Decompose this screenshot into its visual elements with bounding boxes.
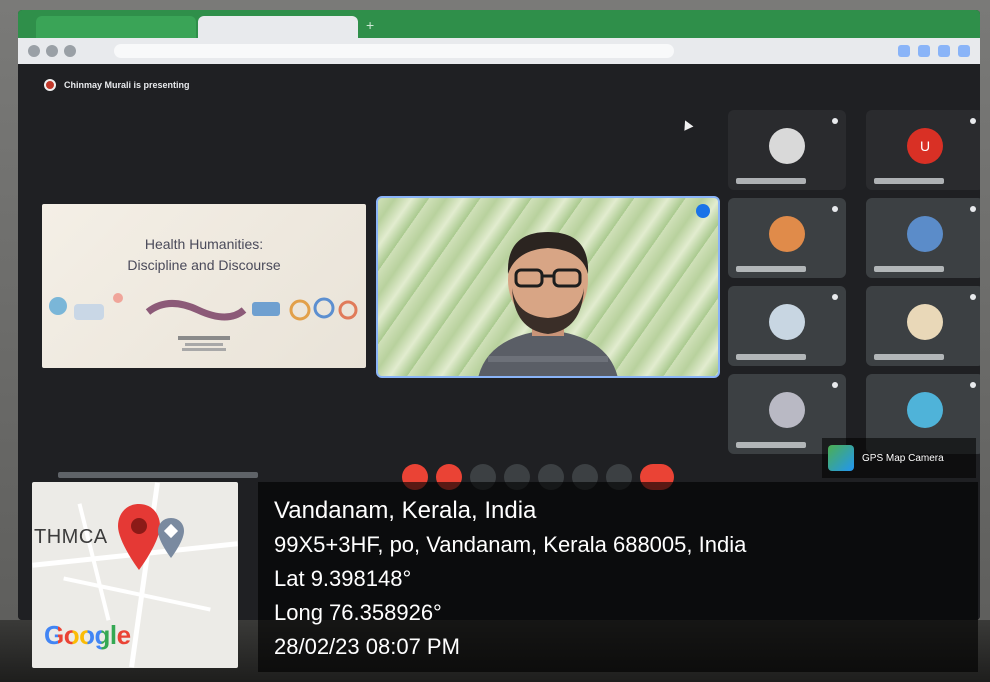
address-bar — [18, 38, 980, 64]
gps-info-panel: Vandanam, Kerala, India 99X5+3HF, po, Va… — [258, 482, 978, 672]
participant-name — [736, 178, 806, 184]
profile-icon[interactable] — [938, 45, 950, 57]
participant-tile[interactable]: U — [866, 110, 980, 190]
meeting-details — [58, 472, 258, 478]
avatar — [907, 392, 943, 428]
mouse-cursor-icon — [680, 118, 694, 131]
slide-title: Health Humanities: Discipline and Discou… — [42, 234, 366, 276]
presenting-icon — [44, 79, 56, 91]
google-logo-text: Google — [44, 620, 131, 650]
gps-app-badge: GPS Map Camera — [822, 438, 976, 478]
gps-latitude: Lat 9.398148° — [274, 566, 412, 591]
browser-tab[interactable] — [36, 16, 196, 38]
presentation-slide: Health Humanities: Discipline and Discou… — [42, 204, 366, 368]
gps-place: Vandanam, Kerala, India — [274, 497, 537, 524]
gps-app-logo-icon — [828, 445, 854, 471]
participant-name — [736, 354, 806, 360]
participant-tile[interactable] — [866, 198, 980, 278]
mic-icon — [832, 206, 838, 212]
avatar — [907, 304, 943, 340]
reload-icon[interactable] — [64, 45, 76, 57]
gps-longitude: Long 76.358926° — [274, 600, 442, 625]
avatar — [769, 216, 805, 252]
extension-icon[interactable] — [898, 45, 910, 57]
speaker-person — [478, 232, 618, 376]
mic-icon — [832, 382, 838, 388]
gps-app-name: GPS Map Camera — [862, 452, 944, 464]
participant-name — [874, 178, 944, 184]
back-icon[interactable] — [28, 45, 40, 57]
speaking-indicator-icon — [696, 204, 710, 218]
extension-icon[interactable] — [918, 45, 930, 57]
slide-title-line1: Health Humanities: — [144, 236, 264, 252]
url-field[interactable] — [114, 44, 674, 58]
mic-icon — [970, 294, 976, 300]
map-place-label: THMCA — [34, 526, 108, 548]
presenting-banner: Chinmay Murali is presenting — [44, 78, 190, 92]
participant-name — [736, 442, 806, 448]
avatar — [907, 216, 943, 252]
gps-address: 99X5+3HF, po, Vandanam, Kerala 688005, I… — [274, 532, 747, 557]
browser-tab-bar: + — [18, 10, 980, 38]
menu-icon[interactable] — [958, 45, 970, 57]
mic-icon — [832, 118, 838, 124]
location-map: THMCA Google — [32, 482, 238, 668]
new-tab-icon[interactable]: + — [366, 18, 380, 32]
participant-name — [874, 266, 944, 272]
avatar — [769, 304, 805, 340]
gps-datetime: 28/02/23 08:07 PM — [274, 634, 460, 659]
participant-name — [736, 266, 806, 272]
participant-tile[interactable] — [728, 110, 846, 190]
gps-info-lines: Vandanam, Kerala, India 99X5+3HF, po, Va… — [274, 494, 746, 664]
mic-icon — [970, 206, 976, 212]
participant-name — [874, 354, 944, 360]
poi-pin-icon — [158, 518, 184, 558]
browser-tab-active[interactable] — [198, 16, 358, 38]
speaker-video[interactable] — [376, 196, 720, 378]
avatar: U — [907, 128, 943, 164]
mic-icon — [970, 382, 976, 388]
avatar — [769, 128, 805, 164]
participant-tile[interactable] — [728, 198, 846, 278]
photo: + Chinmay Murali is presenting Health Hu… — [0, 0, 990, 682]
participant-tile[interactable] — [866, 286, 980, 366]
slide-presenter-details — [42, 336, 366, 351]
slide-title-line2: Discipline and Discourse — [127, 257, 281, 273]
forward-icon[interactable] — [46, 45, 58, 57]
mic-icon — [832, 294, 838, 300]
mic-icon — [970, 118, 976, 124]
participant-tile[interactable] — [728, 286, 846, 366]
presenting-text: Chinmay Murali is presenting — [64, 80, 190, 90]
avatar — [769, 392, 805, 428]
slide-illustration — [49, 293, 358, 321]
map-provider-logo: Google — [44, 620, 131, 651]
